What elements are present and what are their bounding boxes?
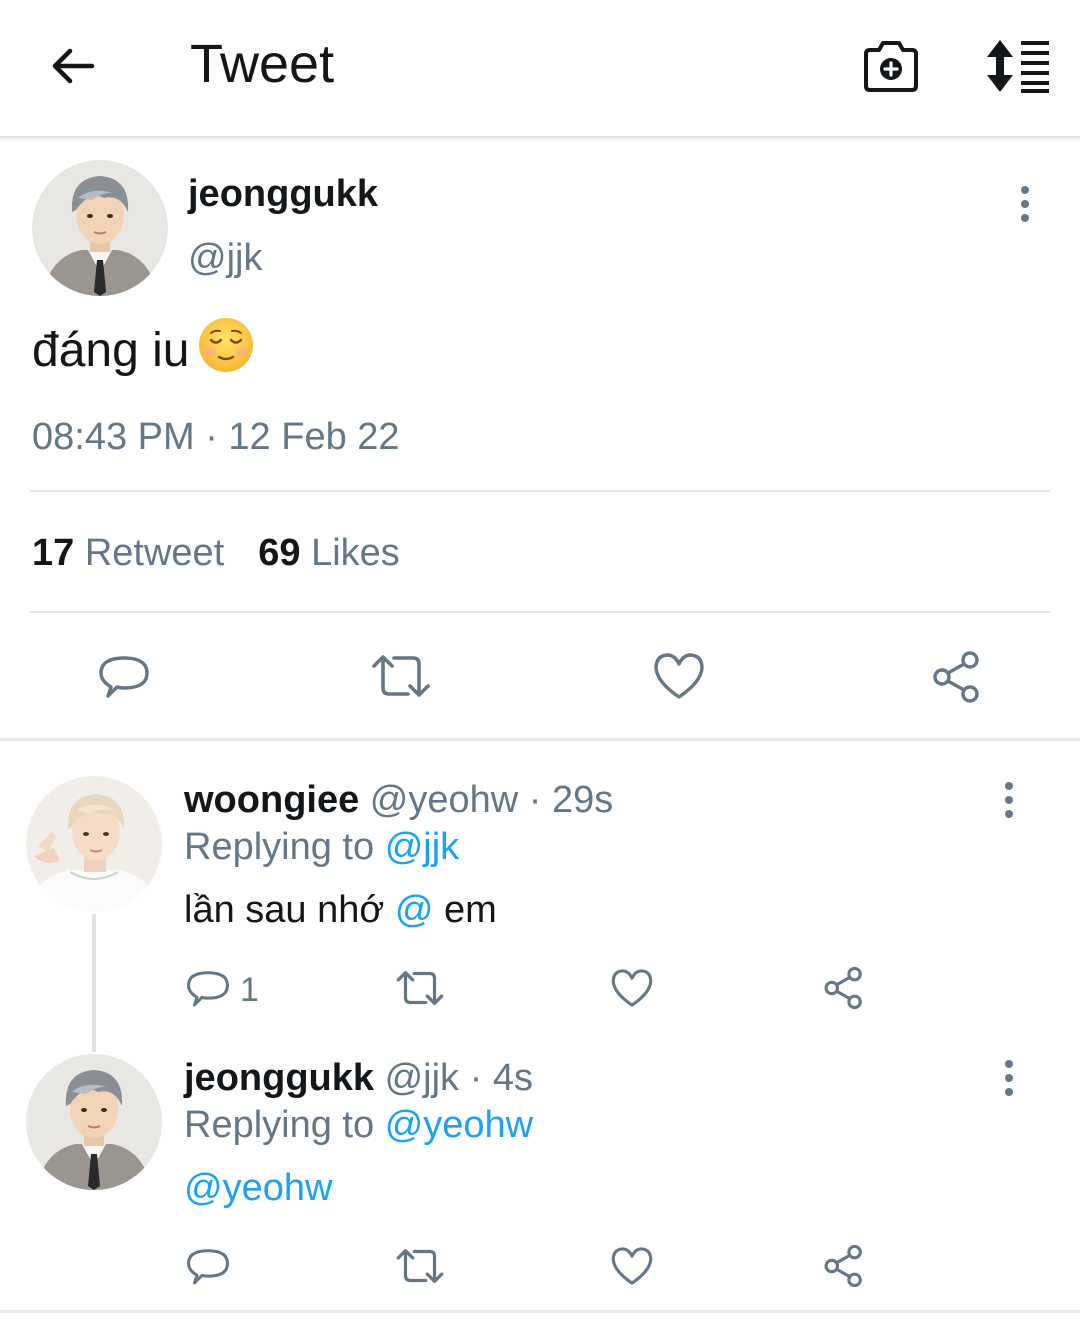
reply-share-button[interactable]	[822, 1244, 866, 1288]
more-vertical-icon	[1021, 186, 1029, 222]
reply-author-handle[interactable]: @yeohw	[370, 779, 518, 821]
reply-header: jeonggukk @jjk · 4s	[184, 1055, 533, 1101]
replying-to-link[interactable]: @yeohw	[385, 1104, 533, 1146]
divider	[30, 611, 1050, 613]
retweet-button[interactable]	[370, 650, 432, 702]
section-divider	[0, 738, 1080, 741]
like-count: 69	[258, 532, 301, 574]
share-button[interactable]	[930, 650, 984, 704]
retweet-icon	[396, 1249, 444, 1283]
comment-icon	[187, 971, 229, 1007]
replying-to: Replying to @yeohw	[184, 1102, 533, 1148]
replying-to: Replying to @jjk	[184, 824, 459, 870]
reply-header: woongiee @yeohw · 29s	[184, 777, 613, 823]
sort-button[interactable]	[982, 38, 1052, 94]
back-button[interactable]	[48, 40, 100, 92]
reply-retweet-button[interactable]	[395, 1244, 445, 1288]
tweet-timestamp: 08:43 PM · 12 Feb 22	[32, 416, 400, 458]
author-handle[interactable]: @jjk	[188, 236, 262, 280]
more-vertical-icon	[1005, 782, 1013, 818]
avatar-photo	[26, 1054, 162, 1190]
retweet-icon	[396, 971, 444, 1005]
reply-text: @yeohw	[184, 1165, 332, 1211]
reply-author-handle[interactable]: @jjk	[385, 1057, 459, 1099]
like-button[interactable]	[652, 650, 706, 702]
reply-retweet-button[interactable]	[395, 966, 445, 1010]
reply-author-name[interactable]: jeonggukk	[184, 1057, 374, 1099]
mention-link[interactable]: @	[395, 889, 434, 931]
tweet-text: đáng iu	[32, 316, 255, 382]
reply-author-avatar[interactable]	[26, 776, 162, 912]
tweet-stats: 17 Retweet 69 Likes	[32, 530, 400, 576]
heart-icon	[654, 653, 704, 699]
avatar-photo	[26, 776, 162, 912]
author-avatar[interactable]	[32, 160, 168, 296]
likes-stat-label: Likes	[311, 532, 400, 574]
reply-time: · 29s	[528, 779, 614, 821]
tweet-text-content: đáng iu	[32, 324, 190, 377]
reply-comment-button[interactable]	[186, 966, 230, 1010]
top-app-bar: Tweet	[0, 0, 1080, 138]
reply-text: lần sau nhớ @ em	[184, 887, 497, 933]
reply-button[interactable]	[98, 650, 150, 702]
replying-to-label: Replying to	[184, 826, 375, 868]
likes-stat[interactable]: 69 Likes	[258, 532, 400, 574]
reply-text-part: lần sau nhớ	[184, 889, 385, 931]
screenshot-camera-button[interactable]	[860, 36, 922, 96]
comment-icon	[187, 1249, 229, 1285]
section-divider	[0, 1310, 1080, 1313]
author-name[interactable]: jeonggukk	[188, 172, 378, 216]
retweet-stat-label: Retweet	[84, 532, 225, 574]
arrow-left-icon	[52, 48, 95, 84]
more-vertical-icon	[1005, 1060, 1013, 1096]
retweet-icon	[372, 655, 430, 697]
reply-like-button[interactable]	[610, 966, 654, 1010]
divider	[30, 490, 1050, 492]
replying-to-label: Replying to	[184, 1104, 375, 1146]
tweet-more-button[interactable]	[1010, 182, 1040, 226]
replying-to-link[interactable]: @jjk	[385, 826, 459, 868]
page-title: Tweet	[190, 34, 335, 94]
reply-comment-count: 1	[240, 971, 259, 1009]
heart-icon	[611, 1247, 653, 1285]
camera-add-icon	[864, 41, 918, 92]
comment-icon	[99, 656, 149, 698]
mention-link[interactable]: @yeohw	[184, 1167, 332, 1209]
sort-list-icon	[987, 40, 1049, 93]
heart-icon	[611, 969, 653, 1007]
reply-time: · 4s	[469, 1057, 533, 1099]
share-icon	[824, 966, 862, 1010]
reply-author-name[interactable]: woongiee	[184, 779, 359, 821]
retweet-count: 17	[32, 532, 75, 574]
avatar-photo	[32, 160, 168, 296]
share-icon	[933, 651, 979, 703]
thread-connector	[92, 914, 96, 1052]
reply-more-button[interactable]	[994, 1056, 1024, 1100]
reply-share-button[interactable]	[822, 966, 866, 1010]
reply-text-part: em	[443, 889, 497, 931]
retweet-stat[interactable]: 17 Retweet	[32, 532, 224, 574]
reply-like-button[interactable]	[610, 1244, 654, 1288]
reply-author-avatar[interactable]	[26, 1054, 162, 1190]
relieved-face-emoji	[197, 316, 255, 374]
reply-comment-button[interactable]	[186, 1244, 230, 1288]
share-icon	[824, 1244, 862, 1288]
reply-more-button[interactable]	[994, 778, 1024, 822]
